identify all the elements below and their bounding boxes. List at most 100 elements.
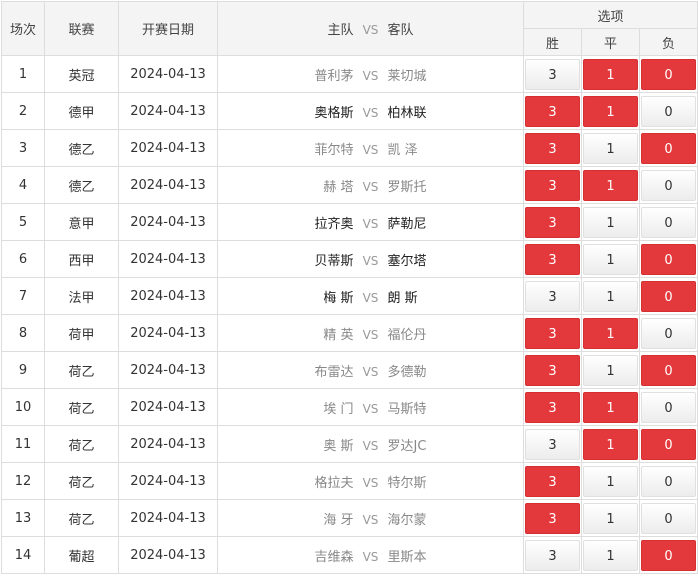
option-draw[interactable]: 1 <box>583 502 638 534</box>
away-team: 海尔蒙 <box>387 512 427 528</box>
option-win[interactable]: 3 <box>525 169 580 201</box>
option-lose[interactable]: 0 <box>641 95 697 127</box>
draw-cell: 1 <box>581 203 640 241</box>
match-date: 2024-04-13 <box>118 166 218 204</box>
match-no: 11 <box>1 425 45 463</box>
option-lose[interactable]: 0 <box>641 58 697 90</box>
option-draw[interactable]: 1 <box>583 169 638 201</box>
away-team: 莱切城 <box>387 68 427 84</box>
match-no: 9 <box>1 351 45 389</box>
teams-cell: 海 牙 VS 海尔蒙 <box>217 499 524 537</box>
option-win[interactable]: 3 <box>525 317 580 349</box>
option-win[interactable]: 3 <box>525 95 580 127</box>
option-draw[interactable]: 1 <box>583 428 638 460</box>
option-win[interactable]: 3 <box>525 280 580 312</box>
option-win[interactable]: 3 <box>525 539 580 571</box>
option-draw[interactable]: 1 <box>583 465 638 497</box>
table-row: 1 英冠 2024-04-13 普利茅 VS 莱切城 3 1 0 <box>1 55 698 93</box>
option-lose[interactable]: 0 <box>641 280 697 312</box>
league: 荷乙 <box>44 499 119 537</box>
away-team: 朗 斯 <box>387 290 418 306</box>
option-lose[interactable]: 0 <box>641 317 697 349</box>
option-lose[interactable]: 0 <box>641 206 697 238</box>
option-lose[interactable]: 0 <box>641 169 697 201</box>
away-team: 塞尔塔 <box>387 253 427 269</box>
win-cell: 3 <box>523 462 582 500</box>
teams-cell: 精 英 VS 福伦丹 <box>217 314 524 352</box>
option-lose[interactable]: 0 <box>641 391 697 423</box>
option-win[interactable]: 3 <box>525 243 580 275</box>
away-team: 萨勒尼 <box>387 216 427 232</box>
teams-cell: 普利茅 VS 莱切城 <box>217 55 524 93</box>
option-lose[interactable]: 0 <box>641 132 697 164</box>
option-lose[interactable]: 0 <box>641 428 697 460</box>
option-draw[interactable]: 1 <box>583 317 638 349</box>
option-draw[interactable]: 1 <box>583 132 638 164</box>
option-lose[interactable]: 0 <box>641 502 697 534</box>
match-date: 2024-04-13 <box>118 314 218 352</box>
vs-label: VS <box>362 105 379 120</box>
option-draw[interactable]: 1 <box>583 58 638 90</box>
header-draw: 平 <box>581 28 640 56</box>
header-options: 选项 <box>522 1 698 29</box>
match-no: 4 <box>1 166 45 204</box>
vs-label: VS <box>362 142 379 157</box>
option-lose[interactable]: 0 <box>641 243 697 275</box>
draw-cell: 1 <box>581 499 640 537</box>
option-lose[interactable]: 0 <box>641 354 697 386</box>
match-no: 13 <box>1 499 45 537</box>
table-row: 6 西甲 2024-04-13 贝蒂斯 VS 塞尔塔 3 1 0 <box>1 240 698 278</box>
option-lose[interactable]: 0 <box>641 539 697 571</box>
option-draw[interactable]: 1 <box>583 391 638 423</box>
vs-label: VS <box>362 549 379 564</box>
match-no: 10 <box>1 388 45 426</box>
lose-cell: 0 <box>638 55 698 93</box>
league: 荷甲 <box>44 314 119 352</box>
teams-cell: 贝蒂斯 VS 塞尔塔 <box>217 240 524 278</box>
table-row: 7 法甲 2024-04-13 梅 斯 VS 朗 斯 3 1 0 <box>1 277 698 315</box>
option-win[interactable]: 3 <box>525 502 580 534</box>
home-team: 拉齐奥 <box>314 216 354 232</box>
win-cell: 3 <box>523 240 582 278</box>
lose-cell: 0 <box>638 129 698 167</box>
option-win[interactable]: 3 <box>525 58 580 90</box>
option-draw[interactable]: 1 <box>583 206 638 238</box>
match-date: 2024-04-13 <box>118 536 218 574</box>
match-date: 2024-04-13 <box>118 388 218 426</box>
league: 英冠 <box>44 55 119 93</box>
option-win[interactable]: 3 <box>525 391 580 423</box>
match-no: 2 <box>1 92 45 130</box>
vs-label: VS <box>362 512 379 527</box>
draw-cell: 1 <box>581 351 640 389</box>
draw-cell: 1 <box>581 92 640 130</box>
option-win[interactable]: 3 <box>525 465 580 497</box>
draw-cell: 1 <box>581 425 640 463</box>
draw-cell: 1 <box>581 277 640 315</box>
league: 荷乙 <box>44 351 119 389</box>
home-team: 布雷达 <box>314 364 354 380</box>
option-lose[interactable]: 0 <box>641 465 697 497</box>
option-draw[interactable]: 1 <box>583 280 638 312</box>
lose-cell: 0 <box>638 314 698 352</box>
match-date: 2024-04-13 <box>118 351 218 389</box>
match-no: 8 <box>1 314 45 352</box>
lose-cell: 0 <box>638 351 698 389</box>
match-no: 3 <box>1 129 45 167</box>
teams-cell: 埃 门 VS 马斯特 <box>217 388 524 426</box>
option-win[interactable]: 3 <box>525 354 580 386</box>
win-cell: 3 <box>523 129 582 167</box>
teams-cell: 布雷达 VS 多德勒 <box>217 351 524 389</box>
vs-label: VS <box>362 327 379 342</box>
option-draw[interactable]: 1 <box>583 539 638 571</box>
option-draw[interactable]: 1 <box>583 354 638 386</box>
vs-label: VS <box>362 216 379 231</box>
header-home: 主队 <box>327 23 354 38</box>
option-draw[interactable]: 1 <box>583 243 638 275</box>
table-row: 11 荷乙 2024-04-13 奥 斯 VS 罗达JC 3 1 0 <box>1 425 698 463</box>
win-cell: 3 <box>523 166 582 204</box>
option-win[interactable]: 3 <box>525 428 580 460</box>
option-win[interactable]: 3 <box>525 132 580 164</box>
match-no: 1 <box>1 55 45 93</box>
option-win[interactable]: 3 <box>525 206 580 238</box>
option-draw[interactable]: 1 <box>583 95 638 127</box>
